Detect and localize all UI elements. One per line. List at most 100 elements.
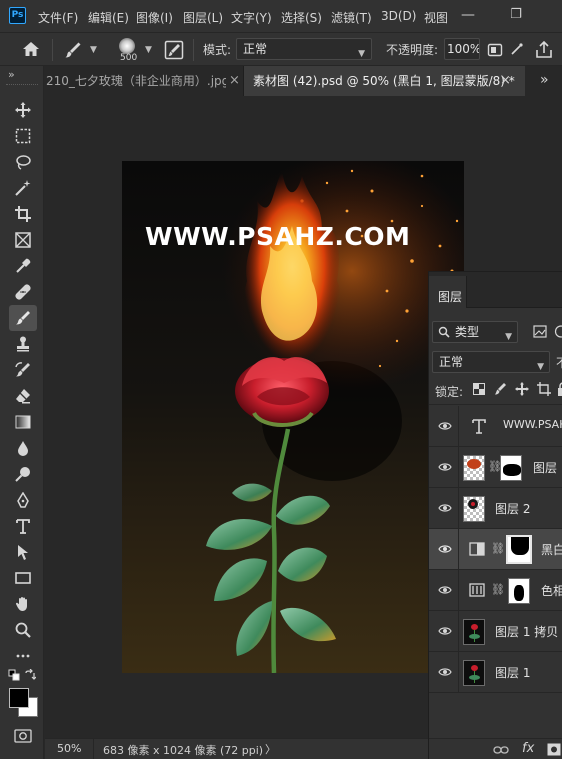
magic-wand-tool-icon[interactable] [9,175,37,201]
visibility-eye-icon[interactable] [438,666,452,678]
eyedropper-tool-icon[interactable] [9,253,37,279]
brush-size-value: 500 [120,53,138,63]
hand-tool-icon[interactable] [9,591,37,617]
share-icon[interactable] [534,40,554,60]
layer-row[interactable]: 图层 1 拷贝 [429,611,562,652]
lock-all-icon[interactable] [557,382,562,396]
default-colors-icon[interactable] [8,669,20,681]
layer-row[interactable]: ⛓ 图层 [429,447,562,488]
rectangle-tool-icon[interactable] [9,565,37,591]
layer-thumbnail[interactable] [463,619,485,645]
menu-view[interactable]: 视图 [424,9,448,26]
menu-select[interactable]: 选择(S) [281,9,322,26]
brush-panel-toggle-icon[interactable] [164,40,184,60]
maximize-button[interactable]: ❐ [500,0,532,32]
add-mask-icon[interactable] [547,743,561,756]
chevron-down-icon[interactable]: ▼ [90,45,97,55]
pressure-opacity-icon[interactable] [487,42,503,58]
blend-mode-dropdown[interactable]: 正常 ▼ [432,351,550,373]
crop-tool-icon[interactable] [9,201,37,227]
link-layers-icon[interactable] [493,744,509,756]
hue-saturation-adjustment-icon[interactable] [469,582,485,598]
lock-transparent-pixels-icon[interactable] [473,383,485,395]
menu-type[interactable]: 文字(Y) [231,9,272,26]
menu-image[interactable]: 图像(I) [136,9,173,26]
brush-preset-icon[interactable] [63,40,83,60]
lock-image-pixels-icon[interactable] [494,382,508,396]
menu-3d[interactable]: 3D(D) [381,9,416,23]
layer-row[interactable]: WWW.PSAH [429,406,562,447]
frame-tool-icon[interactable] [9,227,37,253]
tabs-overflow-icon[interactable]: » [540,72,549,88]
layer-mask-thumbnail[interactable] [508,578,530,604]
layer-row[interactable]: 图层 2 [429,488,562,529]
layer-style-fx-icon[interactable]: fx [522,741,534,756]
visibility-eye-icon[interactable] [438,543,452,555]
visibility-eye-icon[interactable] [438,420,452,432]
menu-edit[interactable]: 编辑(E) [88,9,129,26]
quick-mask-icon[interactable] [14,729,32,743]
layer-name: 黑白 [541,543,562,557]
close-icon[interactable]: × [226,73,243,88]
brush-tip-preview-icon[interactable] [119,38,135,54]
lasso-tool-icon[interactable] [9,149,37,175]
lock-position-icon[interactable] [515,382,529,396]
zoom-tool-icon[interactable] [9,617,37,643]
visibility-eye-icon[interactable] [438,502,452,514]
filter-adjustment-layers-icon[interactable] [554,325,562,338]
move-tool-icon[interactable] [9,97,37,123]
visibility-eye-icon[interactable] [438,584,452,596]
close-icon[interactable]: × [500,73,511,88]
layer-mask-thumbnail[interactable] [500,455,522,481]
menu-filter[interactable]: 滤镜(T) [331,9,372,26]
blur-tool-icon[interactable] [9,435,37,461]
chevron-down-icon[interactable]: ▼ [145,45,152,55]
mode-value: 正常 [243,42,268,56]
clone-stamp-tool-icon[interactable] [9,331,37,357]
gradient-tool-icon[interactable] [9,409,37,435]
home-icon[interactable] [22,41,40,57]
eraser-tool-icon[interactable] [9,383,37,409]
chevron-down-icon: ▼ [505,332,512,342]
tab-layers[interactable]: 图层 [438,288,462,305]
photoshop-logo-icon[interactable]: Ps [9,7,26,24]
layer-row[interactable]: 图层 1 [429,652,562,693]
foreground-color-swatch[interactable] [9,688,29,708]
healing-brush-tool-icon[interactable] [9,279,37,305]
swap-colors-icon[interactable] [24,669,36,681]
type-tool-icon[interactable] [9,513,37,539]
layer-row[interactable]: ⛓ 色相 [429,570,562,611]
minimize-button[interactable]: — [452,0,484,32]
menu-file[interactable]: 文件(F) [38,9,78,26]
layer-name: 图层 2 [495,502,531,516]
status-menu-arrow-icon[interactable]: 〉 [265,741,276,757]
layer-filter-value: 类型 [455,325,480,339]
filter-pixel-layers-icon[interactable] [533,325,547,338]
dodge-tool-icon[interactable] [9,461,37,487]
menu-layer[interactable]: 图层(L) [183,9,223,26]
link-icon[interactable]: ⛓ [491,583,505,596]
opacity-field[interactable]: 100% [444,38,480,60]
airbrush-icon[interactable] [510,42,524,58]
pen-tool-icon[interactable] [9,487,37,513]
history-brush-tool-icon[interactable] [9,357,37,383]
layer-mask-thumbnail[interactable] [506,535,532,564]
toolbar-collapse-icon[interactable]: » [8,68,15,81]
layer-thumbnail[interactable] [463,660,485,686]
layer-row-selected[interactable]: ⛓ 黑白 [429,529,562,570]
lock-artboard-icon[interactable] [537,382,551,396]
layer-thumbnail[interactable] [463,455,485,481]
visibility-eye-icon[interactable] [438,461,452,473]
black-white-adjustment-icon[interactable] [469,541,485,557]
link-icon[interactable]: ⛓ [491,542,505,555]
brush-tool-icon[interactable] [9,305,37,331]
more-tools-icon[interactable] [9,643,37,669]
tab-document-2[interactable]: 素材图 (42).psd @ 50% (黑白 1, 图层蒙版/8) * [243,66,559,96]
tab-document-1[interactable]: 210_七夕玫瑰（非企业商用）.jpg [45,66,242,96]
mode-dropdown[interactable]: 正常 ▼ [236,38,372,60]
marquee-tool-icon[interactable] [9,123,37,149]
path-selection-tool-icon[interactable] [9,539,37,565]
layer-thumbnail[interactable] [463,496,485,522]
visibility-eye-icon[interactable] [438,625,452,637]
zoom-level[interactable]: 50% [57,742,81,755]
